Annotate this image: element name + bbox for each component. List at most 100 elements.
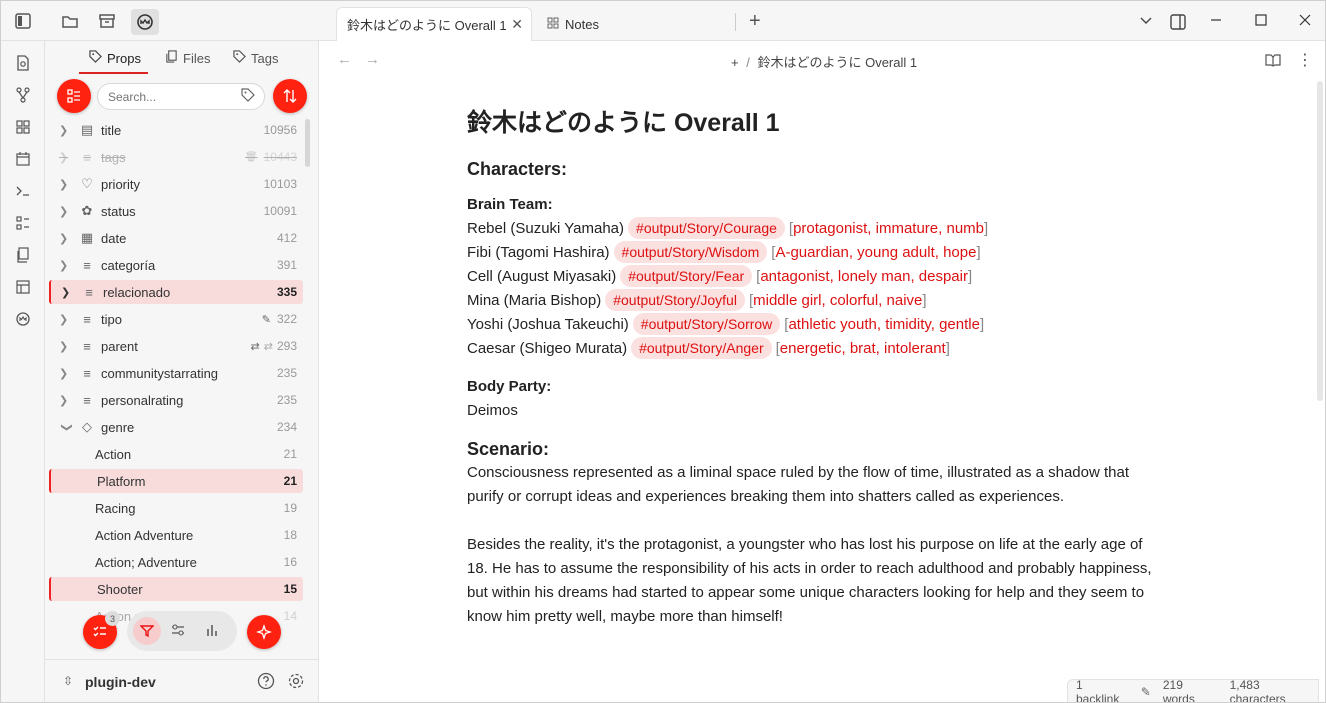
value-item-selected[interactable]: Shooter 15	[49, 577, 303, 601]
filter-button[interactable]	[133, 617, 161, 645]
sidebar-toggle-icon[interactable]	[11, 9, 35, 33]
close-window-icon[interactable]	[1298, 13, 1312, 31]
minimize-icon[interactable]	[1209, 13, 1223, 31]
story-tag[interactable]: #output/Story/Anger	[631, 337, 772, 359]
story-tag[interactable]: #output/Story/Sorrow	[632, 313, 781, 335]
chevron-right-icon[interactable]: ❯	[59, 340, 75, 353]
note-scrollbar[interactable]	[1317, 81, 1323, 401]
tab-props[interactable]: Props	[89, 50, 141, 66]
vault-name[interactable]: plugin-dev	[85, 674, 156, 690]
terminal-icon[interactable]	[11, 179, 35, 203]
git-branch-icon[interactable]	[11, 83, 35, 107]
value-item[interactable]: Action Adventure 18	[49, 523, 303, 547]
forward-arrow-icon[interactable]: →	[365, 51, 380, 68]
text-icon: ≡	[83, 392, 91, 408]
value-item[interactable]: Racing 19	[49, 496, 303, 520]
story-tag[interactable]: #output/Story/Fear	[620, 265, 753, 287]
chevron-right-icon[interactable]: ❯	[59, 259, 75, 272]
calendar-icon[interactable]	[11, 147, 35, 171]
tab-notes[interactable]: Notes	[537, 7, 609, 41]
tab-bar: 鈴木はどのように Overall 1 ✕ Notes +	[319, 1, 1325, 41]
list-item[interactable]: ❯ ◇ genre 234	[49, 415, 303, 439]
value-count: 15	[283, 582, 297, 596]
chevron-right-icon[interactable]: ❯	[59, 178, 75, 191]
sidebar-scrollbar[interactable]	[305, 119, 310, 167]
list-item[interactable]: ❯ ≡ personalrating 235	[49, 388, 303, 412]
close-icon[interactable]: ✕	[511, 16, 523, 33]
list-item[interactable]: ❯ ≡ categoría 391	[49, 253, 303, 277]
chevron-right-icon[interactable]: ❯	[59, 394, 75, 407]
item-label: status	[101, 203, 136, 219]
tab-files[interactable]: Files	[165, 50, 210, 66]
tag-filter-icon[interactable]	[241, 88, 255, 105]
character-line: Rebel (Suzuki Yamaha) #output/Story/Coura…	[467, 217, 1167, 241]
story-tag[interactable]: #output/Story/Courage	[628, 217, 785, 239]
swap-icon[interactable]: ⇄	[264, 340, 273, 353]
chevron-right-icon[interactable]: ❯	[61, 286, 77, 299]
chevron-right-icon[interactable]: ❯	[59, 124, 75, 137]
sort-button[interactable]	[273, 79, 307, 113]
list-item[interactable]: ❯ ≡ parent ⇄ ⇄ 293	[49, 334, 303, 358]
chevron-down-icon[interactable]: ❯	[61, 419, 74, 435]
folder-icon[interactable]	[58, 9, 82, 33]
list-view-icon	[67, 89, 80, 103]
count-badge: 3	[105, 611, 120, 626]
story-tag[interactable]: #output/Story/Wisdom	[613, 241, 768, 263]
sliders-icon[interactable]	[171, 623, 185, 642]
back-arrow-icon[interactable]: ←	[337, 51, 352, 68]
chart-icon[interactable]	[205, 623, 219, 642]
search-doc-icon[interactable]	[11, 51, 35, 75]
more-options-icon[interactable]: ⋮	[1297, 50, 1313, 70]
chevron-down-icon[interactable]	[1139, 13, 1153, 31]
list-item[interactable]: ❯ ≡ communitystarrating 235	[49, 361, 303, 385]
backlink-count[interactable]: 1 backlink	[1076, 678, 1129, 703]
new-tab-icon[interactable]: +	[749, 10, 761, 33]
plugin-icon[interactable]	[11, 307, 35, 331]
pages-icon[interactable]	[11, 243, 35, 267]
value-item[interactable]: Action 21	[49, 442, 303, 466]
maximize-icon[interactable]	[1254, 13, 1268, 31]
body-party-value: Deimos	[467, 402, 518, 419]
search-input[interactable]	[97, 83, 265, 110]
gear-icon[interactable]	[287, 672, 305, 695]
pencil-icon[interactable]: ✎	[1141, 685, 1151, 699]
note-header: ← → + / 鈴木はどのように Overall 1 ⋮	[319, 41, 1325, 79]
tab-note[interactable]: 鈴木はどのように Overall 1 ✕	[336, 7, 532, 41]
list-item[interactable]: ❯ ♡ priority 10103	[49, 172, 303, 196]
text-icon: ≡	[83, 257, 91, 273]
list-item[interactable]: ❯ ▤ title 10956	[49, 118, 303, 142]
breadcrumb-parent[interactable]: +	[731, 55, 739, 70]
layout-icon[interactable]	[11, 275, 35, 299]
tab-tags[interactable]: Tags	[233, 50, 278, 66]
tag-icon	[89, 50, 102, 66]
swap-icon[interactable]: ⇄	[251, 340, 260, 353]
help-icon[interactable]	[257, 672, 275, 695]
value-item-selected[interactable]: Platform 21	[49, 469, 303, 493]
plugin-view-icon[interactable]	[131, 9, 159, 35]
reading-mode-icon[interactable]	[1265, 52, 1281, 73]
brain-team-label: Brain Team:	[467, 196, 553, 213]
pencil-icon[interactable]: ✎	[262, 313, 271, 326]
trash-icon[interactable]: 🗑	[245, 152, 258, 163]
list-item[interactable]: ❯ ≡ tags 🗑 10443	[49, 145, 303, 169]
list-item[interactable]: ❯ ≡ tipo ✎ 322	[49, 307, 303, 331]
grid-icon[interactable]	[11, 115, 35, 139]
archive-icon[interactable]	[95, 9, 119, 33]
chevron-right-icon[interactable]: ❯	[59, 205, 75, 218]
list-item[interactable]: ❯ ▦ date 412	[49, 226, 303, 250]
vault-switcher-icon[interactable]: ⇳	[63, 674, 73, 688]
magic-button[interactable]	[247, 615, 281, 649]
right-sidebar-toggle-icon[interactable]	[1169, 13, 1187, 35]
chevron-right-icon[interactable]: ❯	[59, 313, 75, 326]
list-grid-icon[interactable]	[11, 211, 35, 235]
chevron-right-icon[interactable]: ❯	[59, 232, 75, 245]
value-item[interactable]: Action; Adventure 16	[49, 550, 303, 574]
story-tag[interactable]: #output/Story/Joyful	[605, 289, 745, 311]
note-title: 鈴木はどのように Overall 1	[467, 109, 780, 137]
chevron-right-icon[interactable]: ❯	[59, 151, 75, 164]
list-item[interactable]: ❯ ✿ status 10091	[49, 199, 303, 223]
view-mode-button[interactable]	[57, 79, 91, 113]
chevron-right-icon[interactable]: ❯	[59, 367, 75, 380]
list-item-selected[interactable]: ❯ ≡ relacionado 335	[49, 280, 303, 304]
breadcrumb-current[interactable]: 鈴木はどのように Overall 1	[757, 55, 917, 70]
